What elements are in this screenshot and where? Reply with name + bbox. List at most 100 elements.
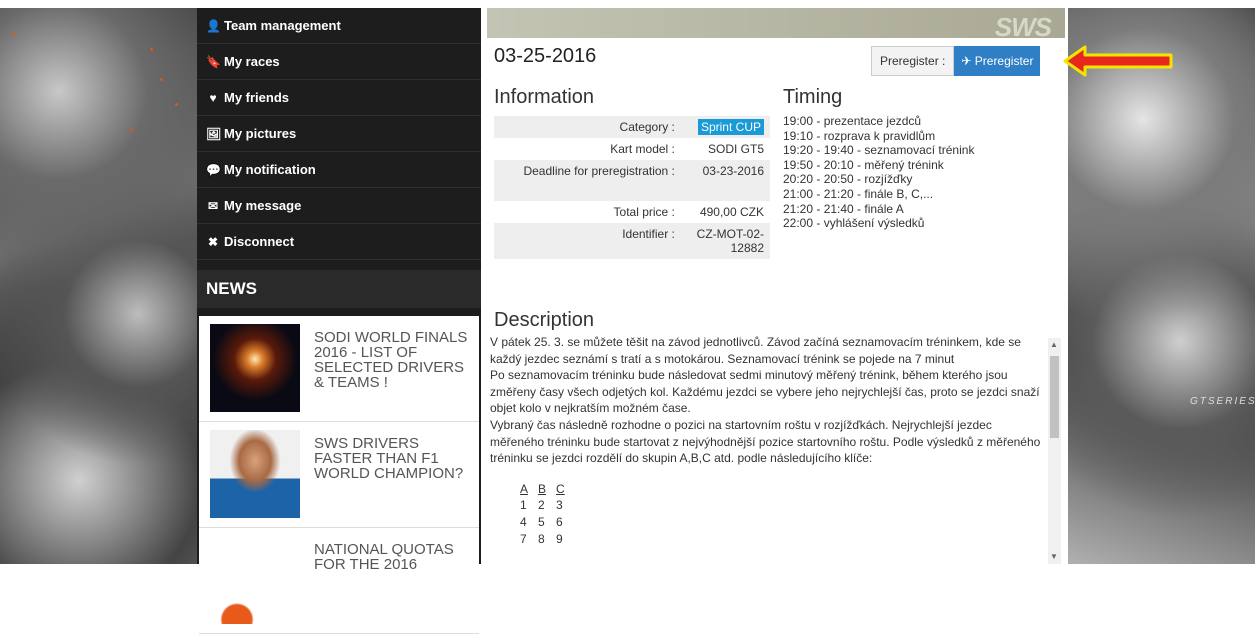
info-key: Kart model :	[610, 142, 675, 156]
sidebar-item-my-notification[interactable]: 💬 My notification	[197, 152, 481, 188]
description-scrollbar[interactable]: ▲ ▼	[1048, 338, 1061, 564]
info-key: Total price :	[613, 205, 675, 219]
group-key-cell: 5	[538, 514, 545, 529]
timing-entry: 20:20 - 20:50 - rozjížďky	[783, 172, 913, 187]
race-date: 03-25-2016	[494, 45, 597, 67]
info-value: 490,00 CZK	[699, 205, 764, 219]
picture-icon: 🖼	[206, 126, 222, 141]
sidebar: 👤 Team management 🔖 My races ♥ My friends 🖼 My …	[197, 8, 481, 634]
info-row-identifier: Identifier : CZ-MOT-02-12882	[494, 223, 770, 259]
timing-entry: 19:00 - prezentace jezdců	[783, 114, 922, 128]
pin-icon: ✈	[961, 54, 972, 68]
news-item[interactable]: SODI WORLD FINALS 2016 - LIST OF SELECTE…	[199, 316, 479, 422]
timing-entry: 19:20 - 19:40 - seznamovací trénink	[783, 143, 975, 158]
info-row-deadline: Deadline for preregistration : 03-23-201…	[494, 160, 770, 201]
timing-list: 19:00 - prezentace jezdců 19:10 - rozprav…	[783, 114, 974, 231]
information-table: Category : Sprint CUP Kart model : SODI …	[494, 116, 770, 259]
timing-entry: 19:10 - rozprava k pravidlům	[783, 128, 936, 143]
info-key: Identifier :	[494, 223, 681, 259]
group-key-row: 456	[520, 514, 1044, 531]
sidebar-item-my-pictures[interactable]: 🖼 My pictures	[197, 116, 481, 152]
background-left	[0, 8, 197, 564]
background-right: GTSERIES	[1068, 8, 1255, 564]
preregister-button-label: Preregister	[974, 54, 1034, 68]
news-list: SODI WORLD FINALS 2016 - LIST OF SELECTE…	[199, 316, 479, 634]
sws-logo: SWS	[994, 12, 1052, 42]
scroll-up-icon[interactable]: ▲	[1050, 340, 1058, 349]
info-value: 03-23-2016	[680, 160, 770, 201]
sidebar-item-my-races[interactable]: 🔖 My races	[197, 44, 481, 80]
background-logo-text: GTSERIES	[1190, 396, 1255, 407]
news-thumbnail-driver[interactable]	[210, 430, 300, 518]
news-title[interactable]: SWS DRIVERS FASTER THAN F1 WORLD CHAMPIO…	[314, 430, 473, 519]
sidebar-item-disconnect[interactable]: ✖ Disconnect	[197, 224, 481, 260]
sidebar-item-team-management[interactable]: 👤 Team management	[197, 8, 481, 44]
news-title[interactable]: SODI WORLD FINALS 2016 - LIST OF SELECTE…	[314, 324, 473, 413]
sidebar-item-label: My races	[224, 54, 280, 69]
group-key-table: ABC123456789	[520, 481, 1044, 547]
group-key-cell: 2	[538, 498, 545, 513]
sidebar-item-label: My message	[224, 198, 302, 213]
group-key-cell: 8	[538, 531, 545, 546]
group-key-cell: 1	[520, 498, 527, 513]
scroll-down-icon[interactable]: ▼	[1050, 552, 1058, 561]
user-icon: 👤	[206, 18, 221, 33]
sidebar-item-label: My notification	[224, 162, 316, 177]
sidebar-item-my-message[interactable]: ✉ My message	[197, 188, 481, 224]
race-detail-panel: SWS 03-25-2016 Preregister : ✈ Preregist…	[487, 8, 1065, 564]
description-paragraph: Vybraný čas následně rozhodne o pozici n…	[490, 417, 1041, 466]
news-thumbnail-quotas[interactable]	[210, 536, 300, 624]
group-key-header-cell: B	[538, 481, 547, 496]
news-title[interactable]: NATIONAL QUOTAS FOR THE 2016	[314, 536, 473, 625]
description-paragraph: Po seznamovacím tréninku bude následovat…	[490, 368, 1040, 416]
comment-icon: 💬	[206, 162, 221, 177]
description-paragraph: V pátek 25. 3. se můžete těšit na závod …	[490, 335, 1021, 366]
info-row-price: Total price : 490,00 CZK	[494, 201, 770, 223]
group-key-header-cell: C	[556, 481, 565, 496]
top-banner: SWS	[487, 8, 1065, 42]
description-text: V pátek 25. 3. se můžete těšit na závod …	[490, 334, 1044, 564]
preregister-button[interactable]: ✈ Preregister	[954, 46, 1041, 76]
group-key-cell: 6	[556, 514, 563, 529]
close-icon: ✖	[207, 234, 219, 249]
info-row-category: Category : Sprint CUP	[494, 116, 770, 138]
sidebar-item-label: My pictures	[224, 126, 297, 141]
info-value: SODI GT5	[707, 142, 764, 156]
info-key: Category :	[494, 116, 681, 138]
timing-entry: 21:00 - 21:20 - finále B, C,...	[783, 186, 934, 201]
group-key-cell: 7	[520, 531, 527, 546]
info-row-kart: Kart model : SODI GT5	[494, 138, 770, 160]
group-key-cell: 3	[556, 498, 563, 513]
news-heading: NEWS	[197, 270, 481, 308]
group-key-row: 123	[520, 497, 1044, 514]
sidebar-item-label: My friends	[224, 90, 290, 105]
sidebar-item-label: Team management	[224, 18, 341, 33]
information-heading: Information	[494, 86, 595, 108]
info-key: Deadline for preregistration :	[494, 160, 681, 201]
heart-icon: ♥	[209, 90, 217, 105]
description-heading: Description	[494, 309, 595, 331]
timing-entry: 21:20 - 21:40 - finále A	[783, 201, 904, 216]
preregister-group: Preregister : ✈ Preregister	[871, 46, 1041, 76]
envelope-icon: ✉	[207, 198, 219, 213]
preregister-label: Preregister :	[871, 46, 955, 76]
group-key-header-cell: A	[520, 481, 529, 496]
news-item[interactable]: NATIONAL QUOTAS FOR THE 2016	[199, 528, 479, 634]
group-key-header: ABC	[520, 481, 1044, 498]
group-key-cell: 9	[556, 531, 563, 546]
bookmark-icon: 🔖	[206, 54, 221, 69]
timing-heading: Timing	[783, 86, 843, 108]
sidebar-item-my-friends[interactable]: ♥ My friends	[197, 80, 481, 116]
highlight-arrow-icon	[1063, 45, 1173, 77]
sidebar-menu: 👤 Team management 🔖 My races ♥ My friends 🖼 My …	[197, 8, 481, 260]
news-thumbnail-fireworks[interactable]	[210, 324, 300, 412]
info-value: CZ-MOT-02-12882	[680, 223, 770, 259]
group-key-row: 789	[520, 531, 1044, 548]
scrollbar-thumb[interactable]	[1050, 356, 1059, 438]
category-badge: Sprint CUP	[697, 119, 764, 135]
timing-entry: 22:00 - vyhlášení výsledků	[783, 216, 925, 231]
news-item[interactable]: SWS DRIVERS FASTER THAN F1 WORLD CHAMPIO…	[199, 422, 479, 528]
group-key-cell: 4	[520, 514, 527, 529]
timing-entry: 19:50 - 20:10 - měřený trénink	[783, 157, 944, 172]
sidebar-item-label: Disconnect	[224, 234, 295, 249]
